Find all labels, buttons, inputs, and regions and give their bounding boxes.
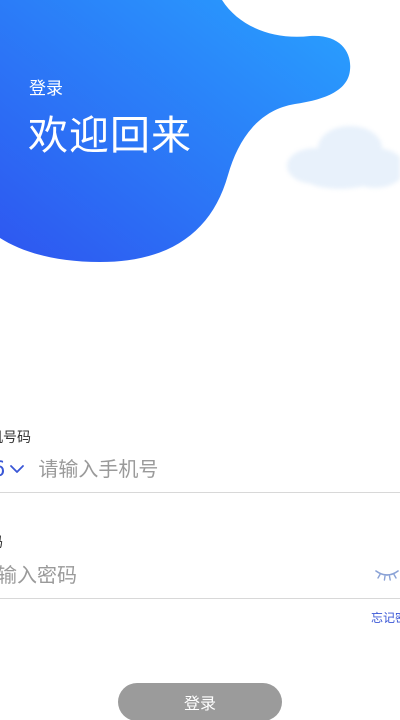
cloud-decoration [287,126,400,189]
password-divider [0,598,400,599]
eye-closed-icon[interactable] [374,564,400,584]
country-code-value: 6 [0,454,5,484]
chevron-down-icon [10,465,25,473]
password-label: 码 [0,534,3,552]
password-input[interactable] [0,560,337,590]
phone-label: 机号码 [0,430,31,446]
phone-input[interactable] [38,454,339,484]
page-subtitle: 登录 [29,79,63,99]
login-screen: 登录 欢迎回来 机号码 6 码 忘记密 登录 [0,0,400,720]
password-input-row [0,559,400,591]
country-code-selector[interactable]: 6 [0,454,26,484]
page-title: 欢迎回来 [28,113,192,159]
phone-divider [0,492,400,493]
login-button[interactable]: 登录 [118,683,282,720]
forgot-password-link[interactable]: 忘记密 [371,610,400,626]
phone-input-row: 6 [0,452,400,486]
